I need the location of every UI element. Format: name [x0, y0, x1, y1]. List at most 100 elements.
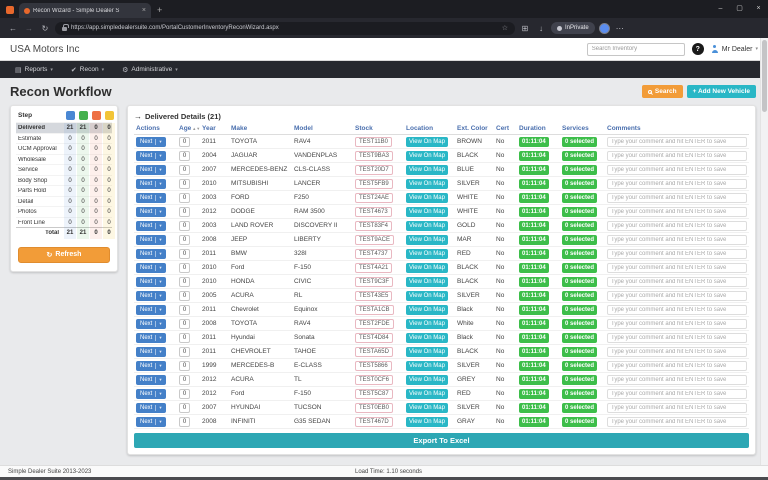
stock-badge[interactable]: TEST9BA3: [355, 151, 393, 161]
age-input[interactable]: 0: [179, 291, 190, 301]
stock-badge[interactable]: TEST83F4: [355, 221, 392, 231]
refresh-button[interactable]: ↻ Refresh: [18, 247, 110, 263]
next-action-button[interactable]: Next ▾: [136, 361, 166, 371]
comment-input[interactable]: [607, 389, 747, 399]
view-on-map-button[interactable]: View On Map: [406, 305, 448, 315]
stock-badge[interactable]: TEST4673: [355, 207, 392, 217]
stock-badge[interactable]: TESTA65D: [355, 347, 393, 357]
next-action-button[interactable]: Next ▾: [136, 221, 166, 231]
address-bar[interactable]: https://app.simpledealersuite.com/Portal…: [55, 22, 515, 35]
next-action-button[interactable]: Next ▾: [136, 249, 166, 259]
column-header-ext-color[interactable]: Ext. Color: [457, 125, 493, 132]
next-action-button[interactable]: Next ▾: [136, 417, 166, 427]
stock-badge[interactable]: TEST4737: [355, 249, 392, 259]
step-row[interactable]: Estimate 0 0 0 0: [16, 133, 112, 144]
stock-badge[interactable]: TEST4A21: [355, 263, 392, 273]
column-header-year[interactable]: Year: [202, 125, 228, 132]
window-minimize-button[interactable]: –: [711, 0, 730, 18]
step-row[interactable]: UCM Approval 0 0 0 0: [16, 143, 112, 154]
step-row[interactable]: Parts Hold 0 0 0 0: [16, 185, 112, 196]
view-on-map-button[interactable]: View On Map: [406, 193, 448, 203]
view-on-map-button[interactable]: View On Map: [406, 333, 448, 343]
services-badge[interactable]: 0 selected: [562, 137, 597, 147]
view-on-map-button[interactable]: View On Map: [406, 347, 448, 357]
step-row[interactable]: Photos 0 0 0 0: [16, 206, 112, 217]
age-input[interactable]: 0: [179, 347, 190, 357]
services-badge[interactable]: 0 selected: [562, 151, 597, 161]
view-on-map-button[interactable]: View On Map: [406, 235, 448, 245]
view-on-map-button[interactable]: View On Map: [406, 375, 448, 385]
export-to-excel-button[interactable]: Export To Excel: [134, 433, 749, 448]
new-tab-button[interactable]: +: [157, 5, 162, 15]
services-badge[interactable]: 0 selected: [562, 361, 597, 371]
age-input[interactable]: 0: [179, 375, 190, 385]
age-input[interactable]: 0: [179, 263, 190, 273]
age-input[interactable]: 0: [179, 235, 190, 245]
view-on-map-button[interactable]: View On Map: [406, 263, 448, 273]
browser-tab[interactable]: Recon Wizard - Simple Dealer S ×: [19, 3, 151, 18]
stock-badge[interactable]: TEST5C87: [355, 389, 393, 399]
services-badge[interactable]: 0 selected: [562, 291, 597, 301]
age-input[interactable]: 0: [179, 193, 190, 203]
comment-input[interactable]: [607, 319, 747, 329]
browser-menu-icon[interactable]: ⋯: [614, 24, 626, 33]
comment-input[interactable]: [607, 151, 747, 161]
services-badge[interactable]: 0 selected: [562, 305, 597, 315]
nav-item-recon[interactable]: ✔ Recon ▾: [62, 61, 113, 78]
age-input[interactable]: 0: [179, 221, 190, 231]
view-on-map-button[interactable]: View On Map: [406, 417, 448, 427]
next-action-button[interactable]: Next ▾: [136, 277, 166, 287]
tab-close-icon[interactable]: ×: [142, 7, 146, 14]
nav-item-reports[interactable]: ▤ Reports ▾: [6, 61, 62, 78]
services-badge[interactable]: 0 selected: [562, 179, 597, 189]
services-badge[interactable]: 0 selected: [562, 389, 597, 399]
next-action-button[interactable]: Next ▾: [136, 151, 166, 161]
comment-input[interactable]: [607, 207, 747, 217]
view-on-map-button[interactable]: View On Map: [406, 389, 448, 399]
next-action-button[interactable]: Next ▾: [136, 193, 166, 203]
next-action-button[interactable]: Next ▾: [136, 263, 166, 273]
services-badge[interactable]: 0 selected: [562, 417, 597, 427]
services-badge[interactable]: 0 selected: [562, 207, 597, 217]
stock-badge[interactable]: TEST4D84: [355, 333, 393, 343]
profile-avatar[interactable]: [599, 23, 610, 34]
user-menu[interactable]: Mr Dealer ▾: [711, 45, 758, 53]
view-on-map-button[interactable]: View On Map: [406, 249, 448, 259]
column-header-comments[interactable]: Comments: [607, 125, 747, 132]
view-on-map-button[interactable]: View On Map: [406, 221, 448, 231]
column-header-location[interactable]: Location: [406, 125, 454, 132]
view-on-map-button[interactable]: View On Map: [406, 277, 448, 287]
age-input[interactable]: 0: [179, 333, 190, 343]
next-action-button[interactable]: Next ▾: [136, 319, 166, 329]
next-action-button[interactable]: Next ▾: [136, 403, 166, 413]
view-on-map-button[interactable]: View On Map: [406, 361, 448, 371]
next-action-button[interactable]: Next ▾: [136, 179, 166, 189]
stock-badge[interactable]: TEST5FB9: [355, 179, 393, 189]
step-row[interactable]: Body Shop 0 0 0 0: [16, 175, 112, 186]
favorites-star-icon[interactable]: ☆: [502, 24, 508, 32]
view-on-map-button[interactable]: View On Map: [406, 207, 448, 217]
age-input[interactable]: 0: [179, 151, 190, 161]
step-row[interactable]: Detail 0 0 0 0: [16, 196, 112, 207]
next-action-button[interactable]: Next ▾: [136, 207, 166, 217]
comment-input[interactable]: [607, 179, 747, 189]
services-badge[interactable]: 0 selected: [562, 221, 597, 231]
services-badge[interactable]: 0 selected: [562, 165, 597, 175]
comment-input[interactable]: [607, 361, 747, 371]
age-input[interactable]: 0: [179, 207, 190, 217]
step-row[interactable]: Wholesale 0 0 0 0: [16, 154, 112, 165]
age-input[interactable]: 0: [179, 137, 190, 147]
add-new-vehicle-button[interactable]: + Add New Vehicle: [687, 85, 756, 98]
next-action-button[interactable]: Next ▾: [136, 291, 166, 301]
collections-icon[interactable]: ⊞: [519, 24, 531, 33]
next-action-button[interactable]: Next ▾: [136, 389, 166, 399]
age-input[interactable]: 0: [179, 417, 190, 427]
next-action-button[interactable]: Next ▾: [136, 333, 166, 343]
comment-input[interactable]: [607, 137, 747, 147]
age-input[interactable]: 0: [179, 249, 190, 259]
comment-input[interactable]: [607, 375, 747, 385]
view-on-map-button[interactable]: View On Map: [406, 165, 448, 175]
comment-input[interactable]: [607, 305, 747, 315]
comment-input[interactable]: [607, 165, 747, 175]
column-header-duration[interactable]: Duration: [519, 125, 559, 132]
